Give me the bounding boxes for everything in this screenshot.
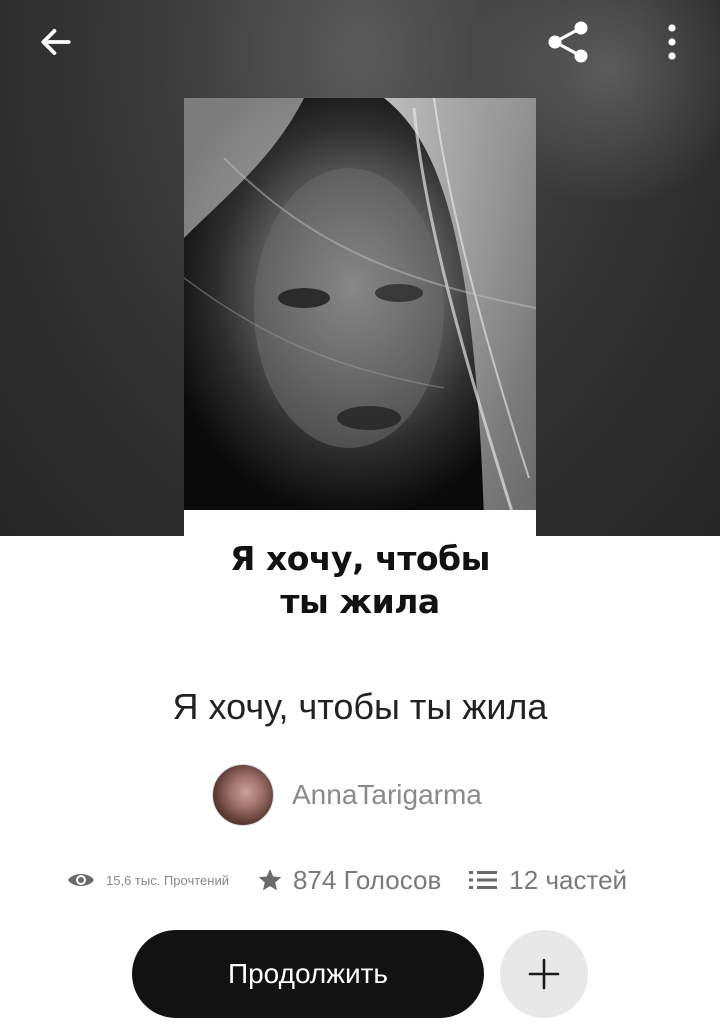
author-link[interactable]: AnnaTarigarma (212, 764, 482, 826)
back-button[interactable] (28, 14, 84, 70)
stat-views: 15,6 тыс. Прочтений (66, 869, 229, 891)
story-title: Я хочу, чтобы ты жила (172, 686, 548, 727)
avatar (212, 764, 274, 826)
share-icon (548, 21, 588, 63)
parts-count: 12 частей (509, 864, 628, 895)
list-icon (469, 871, 498, 889)
more-options-button[interactable] (644, 14, 700, 70)
cover-title: Я хочу, чтобы ты жила (184, 538, 536, 624)
book-cover[interactable]: Я хочу, чтобы ты жила (184, 98, 536, 648)
cover-title-line-1: Я хочу, чтобы (230, 539, 490, 578)
cover-title-line-2: ты жила (280, 581, 440, 621)
star-icon (258, 868, 282, 891)
cover-photo (184, 98, 536, 518)
add-to-library-button[interactable] (500, 930, 588, 1018)
continue-reading-button[interactable]: Продолжить (132, 930, 484, 1018)
stat-parts: 12 частей (469, 865, 627, 896)
eye-icon (68, 874, 94, 886)
stat-votes: 874 Голосов (257, 865, 441, 896)
story-stats: 15,6 тыс. Прочтений 874 Голосов 12 часте… (66, 862, 627, 898)
author-name: AnnaTarigarma (292, 779, 482, 810)
more-vertical-icon (668, 24, 676, 60)
views-count: 15,6 тыс. Прочтений (106, 872, 229, 888)
plus-icon (528, 958, 560, 990)
votes-count: 874 Голосов (292, 864, 442, 895)
share-button[interactable] (540, 14, 596, 70)
arrow-left-icon (41, 29, 71, 55)
